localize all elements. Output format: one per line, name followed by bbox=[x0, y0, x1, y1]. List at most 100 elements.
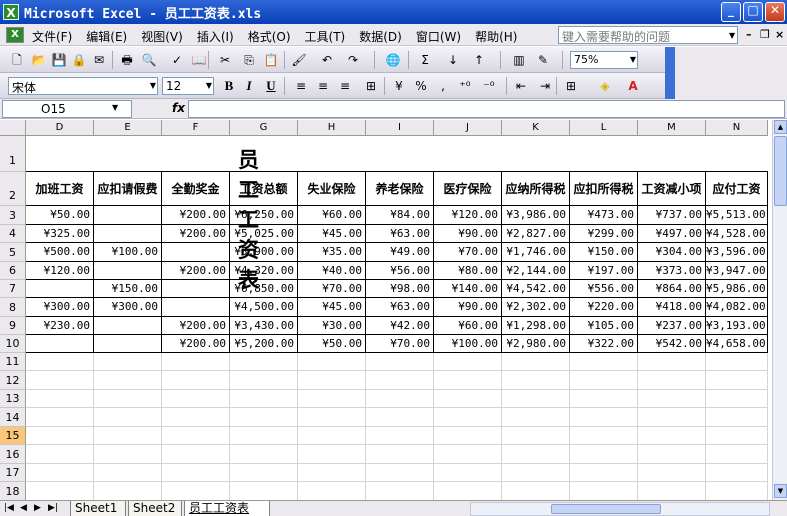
row-header-5[interactable]: 5 bbox=[0, 243, 26, 262]
row-header-18[interactable]: 18 bbox=[0, 482, 26, 500]
underline-icon[interactable]: U bbox=[262, 77, 280, 95]
cell-r5-cI[interactable]: ¥49.00 bbox=[366, 243, 434, 262]
cell-r4-cK[interactable]: ¥2,827.00 bbox=[502, 225, 570, 243]
cell-r3-cH[interactable]: ¥60.00 bbox=[298, 206, 366, 225]
cell-r4-cI[interactable]: ¥63.00 bbox=[366, 225, 434, 243]
comma-icon[interactable]: , bbox=[434, 77, 452, 95]
cell-r5-cL[interactable]: ¥150.00 bbox=[570, 243, 638, 262]
cell-r10-cL[interactable]: ¥322.00 bbox=[570, 335, 638, 353]
cell-r7-cH[interactable]: ¥70.00 bbox=[298, 280, 366, 298]
row-header-14[interactable]: 14 bbox=[0, 408, 26, 427]
sheet-tab-1[interactable]: Sheet2 bbox=[128, 501, 182, 516]
menu-item-6[interactable]: 数据(D) bbox=[359, 28, 402, 45]
cell-r8-cI[interactable]: ¥63.00 bbox=[366, 298, 434, 317]
column-header-D[interactable]: D bbox=[26, 120, 94, 136]
cell-r8-cG[interactable]: ¥4,500.00 bbox=[230, 298, 298, 317]
cell-r4-cE[interactable] bbox=[94, 225, 162, 243]
column-header-J[interactable]: J bbox=[434, 120, 502, 136]
header-cell-9[interactable]: 工资减小项 bbox=[638, 172, 706, 206]
scroll-down-button[interactable]: ▼ bbox=[774, 484, 787, 498]
cell-r4-cN[interactable]: ¥4,528.00 bbox=[706, 225, 768, 243]
bold-icon[interactable]: B bbox=[220, 77, 238, 95]
menu-item-5[interactable]: 工具(T) bbox=[305, 28, 346, 45]
menu-item-4[interactable]: 格式(O) bbox=[248, 28, 291, 45]
decrease-indent-icon[interactable]: ⇤ bbox=[512, 77, 530, 95]
row-header-2[interactable]: 2 bbox=[0, 172, 26, 206]
cell-r8-cD[interactable]: ¥300.00 bbox=[26, 298, 94, 317]
cell-r4-cJ[interactable]: ¥90.00 bbox=[434, 225, 502, 243]
row-header-3[interactable]: 3 bbox=[0, 206, 26, 225]
workbook-minimize-button[interactable]: – bbox=[746, 28, 752, 41]
tab-nav-button-3[interactable]: ▶| bbox=[48, 503, 58, 513]
cell-r6-cJ[interactable]: ¥80.00 bbox=[434, 262, 502, 280]
cell-r6-cH[interactable]: ¥40.00 bbox=[298, 262, 366, 280]
cell-r8-cL[interactable]: ¥220.00 bbox=[570, 298, 638, 317]
row-header-10[interactable]: 10 bbox=[0, 335, 26, 353]
header-cell-3[interactable]: 工资总额 bbox=[230, 172, 298, 206]
cell-r7-cN[interactable]: ¥5,986.00 bbox=[706, 280, 768, 298]
horizontal-scroll-thumb[interactable] bbox=[551, 504, 661, 514]
row-header-16[interactable]: 16 bbox=[0, 445, 26, 464]
percent-icon[interactable]: % bbox=[412, 77, 430, 95]
cut-icon[interactable]: ✂ bbox=[216, 51, 234, 69]
column-header-F[interactable]: F bbox=[162, 120, 230, 136]
cell-r7-cF[interactable] bbox=[162, 280, 230, 298]
cell-r7-cE[interactable]: ¥150.00 bbox=[94, 280, 162, 298]
chart-wizard-icon[interactable]: ▥ bbox=[510, 51, 528, 69]
cell-r9-cN[interactable]: ¥3,193.00 bbox=[706, 317, 768, 335]
cell-r7-cK[interactable]: ¥4,542.00 bbox=[502, 280, 570, 298]
help-dropdown-icon[interactable]: ▼ bbox=[729, 31, 735, 40]
hyperlink-icon[interactable]: 🌐 bbox=[384, 51, 402, 69]
cell-r9-cF[interactable]: ¥200.00 bbox=[162, 317, 230, 335]
cell-r9-cH[interactable]: ¥30.00 bbox=[298, 317, 366, 335]
column-header-L[interactable]: L bbox=[570, 120, 638, 136]
menu-item-7[interactable]: 窗口(W) bbox=[416, 28, 461, 45]
research-icon[interactable]: 📖 bbox=[190, 51, 208, 69]
cell-r3-cK[interactable]: ¥3,986.00 bbox=[502, 206, 570, 225]
header-cell-5[interactable]: 养老保险 bbox=[366, 172, 434, 206]
cell-r5-cM[interactable]: ¥304.00 bbox=[638, 243, 706, 262]
cell-r4-cM[interactable]: ¥497.00 bbox=[638, 225, 706, 243]
header-cell-6[interactable]: 医疗保险 bbox=[434, 172, 502, 206]
row-header-11[interactable]: 11 bbox=[0, 353, 26, 371]
header-cell-2[interactable]: 全勤奖金 bbox=[162, 172, 230, 206]
cell-r6-cD[interactable]: ¥120.00 bbox=[26, 262, 94, 280]
cell-r3-cL[interactable]: ¥473.00 bbox=[570, 206, 638, 225]
row-header-7[interactable]: 7 bbox=[0, 280, 26, 298]
cell-r6-cN[interactable]: ¥3,947.00 bbox=[706, 262, 768, 280]
new-icon[interactable]: 🗋 bbox=[8, 51, 26, 69]
cell-r6-cM[interactable]: ¥373.00 bbox=[638, 262, 706, 280]
close-button[interactable]: ✕ bbox=[765, 2, 785, 22]
cell-r10-cM[interactable]: ¥542.00 bbox=[638, 335, 706, 353]
cell-r4-cF[interactable]: ¥200.00 bbox=[162, 225, 230, 243]
merge-center-icon[interactable]: ⊞ bbox=[362, 77, 380, 95]
cell-r3-cD[interactable]: ¥50.00 bbox=[26, 206, 94, 225]
cell-r3-cJ[interactable]: ¥120.00 bbox=[434, 206, 502, 225]
cell-r10-cK[interactable]: ¥2,980.00 bbox=[502, 335, 570, 353]
cell-r3-cM[interactable]: ¥737.00 bbox=[638, 206, 706, 225]
vertical-scrollbar[interactable]: ▲ ▼ bbox=[772, 120, 787, 500]
header-cell-10[interactable]: 应付工资 bbox=[706, 172, 768, 206]
workbook-icon[interactable]: X bbox=[6, 27, 24, 43]
cell-r8-cK[interactable]: ¥2,302.00 bbox=[502, 298, 570, 317]
cell-r4-cH[interactable]: ¥45.00 bbox=[298, 225, 366, 243]
cell-r3-cN[interactable]: ¥5,513.00 bbox=[706, 206, 768, 225]
row-header-17[interactable]: 17 bbox=[0, 464, 26, 482]
tab-nav-button-0[interactable]: |◀ bbox=[4, 503, 14, 513]
insert-function-icon[interactable]: fx bbox=[172, 101, 185, 115]
cell-r7-cD[interactable] bbox=[26, 280, 94, 298]
undo-icon[interactable]: ↶ bbox=[318, 51, 336, 69]
menu-item-2[interactable]: 视图(V) bbox=[141, 28, 183, 45]
cell-r9-cE[interactable] bbox=[94, 317, 162, 335]
print-preview-icon[interactable]: 🔍 bbox=[140, 51, 158, 69]
format-painter-icon[interactable]: 🖌 bbox=[290, 51, 308, 69]
cell-r7-cM[interactable]: ¥864.00 bbox=[638, 280, 706, 298]
cell-r9-cG[interactable]: ¥3,430.00 bbox=[230, 317, 298, 335]
column-header-I[interactable]: I bbox=[366, 120, 434, 136]
column-header-G[interactable]: G bbox=[230, 120, 298, 136]
cell-r6-cG[interactable]: ¥4,320.00 bbox=[230, 262, 298, 280]
cell-r7-cL[interactable]: ¥556.00 bbox=[570, 280, 638, 298]
cell-r6-cK[interactable]: ¥2,144.00 bbox=[502, 262, 570, 280]
cell-r5-cK[interactable]: ¥1,746.00 bbox=[502, 243, 570, 262]
cell-r10-cE[interactable] bbox=[94, 335, 162, 353]
